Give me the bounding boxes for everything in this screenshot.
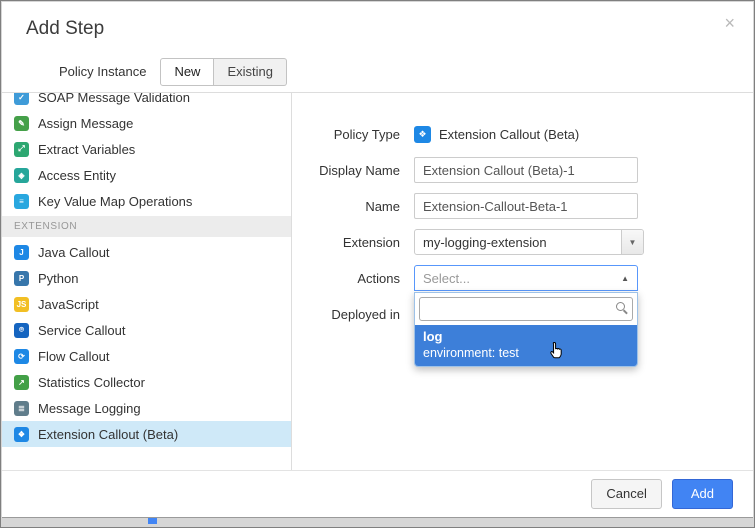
policy-instance-row: Policy Instance New Existing	[59, 58, 753, 86]
sidebar-policy-item-label: SOAP Message Validation	[38, 93, 190, 105]
policy-type-label: Policy Type	[300, 127, 400, 142]
name-row: Name	[300, 193, 753, 219]
sidebar-policy-item-label: Extension Callout (Beta)	[38, 427, 178, 442]
actions-dropdown-panel: logenvironment: test	[414, 292, 638, 367]
sidebar-policy-item-label: Key Value Map Operations	[38, 194, 192, 209]
key-value-map-operations-icon: ≡	[14, 194, 29, 209]
actions-row: Actions Select... ▲ logenvironment: test	[300, 265, 753, 291]
display-name-label: Display Name	[300, 163, 400, 178]
sidebar-item-java-callout[interactable]: J Java Callout	[2, 239, 291, 265]
sidebar-item-extract-variables[interactable]: ⤢ Extract Variables	[2, 136, 291, 162]
sidebar-policy-item-label: Access Entity	[38, 168, 116, 183]
python-icon: P	[14, 271, 29, 286]
tab-new[interactable]: New	[160, 58, 214, 86]
sidebar-item-assign-message[interactable]: ✎ Assign Message	[2, 110, 291, 136]
service-callout-icon: ⌾	[14, 323, 29, 338]
javascript-icon: JS	[14, 297, 29, 312]
actions-option-log[interactable]: logenvironment: test	[415, 325, 637, 366]
chevron-down-icon: ▼	[621, 230, 643, 254]
actions-option-name: log	[415, 328, 637, 345]
add-button[interactable]: Add	[672, 479, 733, 509]
sidebar-policy-item-label: Extract Variables	[38, 142, 135, 157]
extension-callout-icon: ❖	[414, 126, 431, 143]
sidebar-item-key-value-map-operations[interactable]: ≡ Key Value Map Operations	[2, 188, 291, 214]
sidebar-item-access-entity[interactable]: ◈ Access Entity	[2, 162, 291, 188]
modal-content: ✓ SOAP Message Validation ✎ Assign Messa…	[2, 92, 753, 472]
extension-row: Extension my-logging-extension ▼	[300, 229, 753, 255]
actions-select[interactable]: Select... ▲	[414, 265, 638, 291]
display-name-input[interactable]	[414, 157, 638, 183]
cancel-button[interactable]: Cancel	[591, 479, 661, 509]
sidebar-policy-item-label: Message Logging	[38, 401, 141, 416]
policy-type-row: Policy Type ❖ Extension Callout (Beta)	[300, 121, 753, 147]
actions-select-placeholder: Select...	[415, 271, 621, 286]
sidebar-item-flow-callout[interactable]: ⟳ Flow Callout	[2, 343, 291, 369]
chevron-up-icon: ▲	[621, 274, 637, 283]
actions-options: logenvironment: test	[415, 325, 637, 366]
policy-type-value-wrap: ❖ Extension Callout (Beta)	[414, 126, 579, 143]
sidebar-item-statistics-collector[interactable]: ↗ Statistics Collector	[2, 369, 291, 395]
sidebar-item-soap-message-validation[interactable]: ✓ SOAP Message Validation	[2, 93, 291, 110]
sidebar-policy-item-label: JavaScript	[38, 297, 99, 312]
sidebar-policy-item-label: Assign Message	[38, 116, 133, 131]
soap-message-validation-icon: ✓	[14, 93, 29, 105]
background-page-element	[148, 517, 157, 524]
modal-footer: Cancel Add	[2, 470, 753, 517]
actions-label: Actions	[300, 271, 400, 286]
actions-search-input[interactable]	[419, 297, 633, 321]
access-entity-icon: ◈	[14, 168, 29, 183]
extension-select-value: my-logging-extension	[415, 235, 621, 250]
search-icon	[616, 302, 625, 311]
extension-select[interactable]: my-logging-extension ▼	[414, 229, 644, 255]
name-label: Name	[300, 199, 400, 214]
extension-callout-icon: ❖	[14, 427, 29, 442]
name-input[interactable]	[414, 193, 638, 219]
sidebar-item-service-callout[interactable]: ⌾ Service Callout	[2, 317, 291, 343]
sidebar-policy-item-label: Flow Callout	[38, 349, 110, 364]
sidebar-policy-item-label: Statistics Collector	[38, 375, 145, 390]
sidebar-item-extension-callout-beta[interactable]: ❖ Extension Callout (Beta)	[2, 421, 291, 447]
java-callout-icon: J	[14, 245, 29, 260]
actions-search-wrap	[415, 293, 637, 325]
policy-list: ✓ SOAP Message Validation ✎ Assign Messa…	[2, 93, 291, 447]
actions-option-detail: environment: test	[415, 345, 637, 361]
sidebar-item-javascript[interactable]: JS JavaScript	[2, 291, 291, 317]
sidebar-policy-item-label: Python	[38, 271, 78, 286]
policy-instance-label: Policy Instance	[59, 64, 146, 79]
extension-label: Extension	[300, 235, 400, 250]
message-logging-icon: ≣	[14, 401, 29, 416]
statistics-collector-icon: ↗	[14, 375, 29, 390]
tab-existing[interactable]: Existing	[214, 58, 287, 86]
sidebar-item-message-logging[interactable]: ≣ Message Logging	[2, 395, 291, 421]
modal-header: Add Step ×	[2, 2, 753, 44]
sidebar-policy-item-label: Java Callout	[38, 245, 110, 260]
display-name-row: Display Name	[300, 157, 753, 183]
sidebar-section-extension: EXTENSION	[2, 216, 291, 237]
screen: Add Step × Policy Instance New Existing …	[0, 0, 755, 528]
deployed-in-label: Deployed in	[300, 307, 400, 322]
assign-message-icon: ✎	[14, 116, 29, 131]
add-step-modal: Add Step × Policy Instance New Existing …	[2, 2, 753, 518]
actions-combobox: Select... ▲ logenvironment: test	[414, 265, 638, 291]
policy-instance-tab-group: New Existing	[160, 58, 287, 86]
sidebar-item-python[interactable]: P Python	[2, 265, 291, 291]
flow-callout-icon: ⟳	[14, 349, 29, 364]
policy-type-value: Extension Callout (Beta)	[439, 127, 579, 142]
sidebar-policy-item-label: Service Callout	[38, 323, 125, 338]
close-icon[interactable]: ×	[724, 14, 735, 32]
modal-title: Add Step	[26, 18, 729, 40]
policy-form-panel: Policy Type ❖ Extension Callout (Beta) D…	[292, 93, 753, 472]
extract-variables-icon: ⤢	[14, 142, 29, 157]
policy-sidebar: ✓ SOAP Message Validation ✎ Assign Messa…	[2, 93, 292, 472]
